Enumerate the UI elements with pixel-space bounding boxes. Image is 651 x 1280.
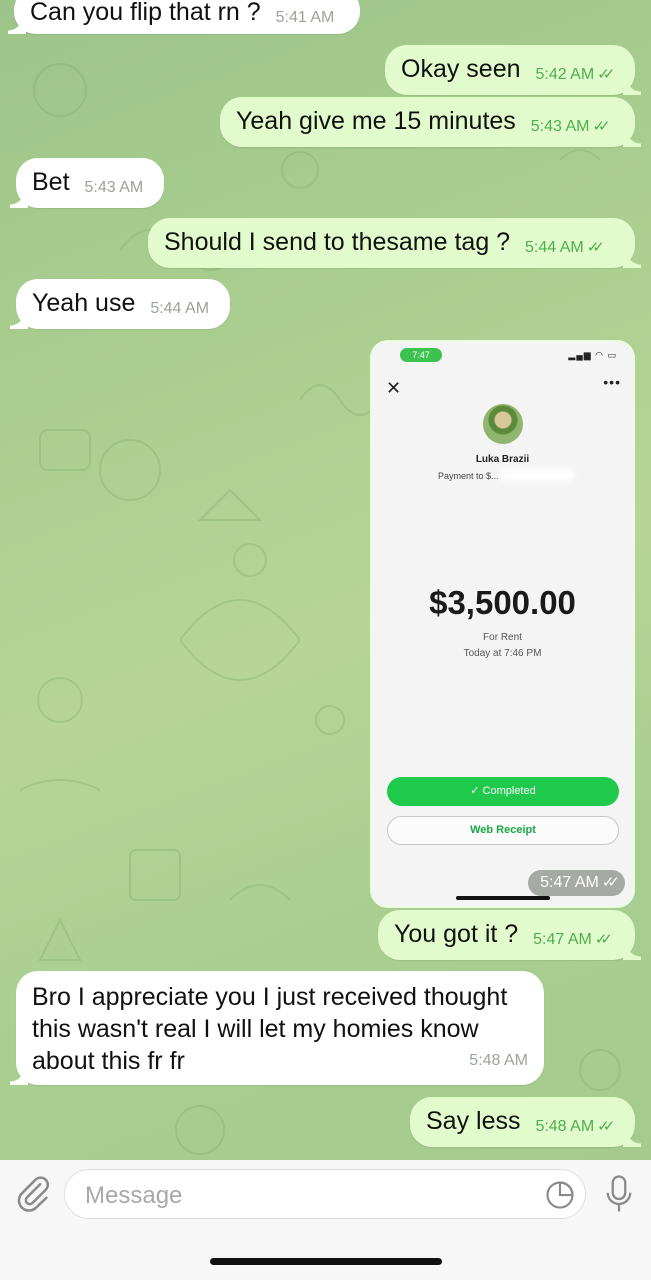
message-time: 5:48 AM: [535, 1118, 595, 1135]
completed-label: Completed: [482, 785, 536, 797]
read-checks-icon: ✓✓: [601, 874, 620, 891]
message-outgoing[interactable]: Yeah give me 15 minutes 5:43 AM ✓✓: [220, 97, 641, 147]
message-text: Bet: [32, 168, 70, 196]
message-outgoing[interactable]: Say less 5:48 AM ✓✓: [410, 1097, 641, 1147]
payment-screenshot-message[interactable]: 7:47 ▂▄▆ ◠ ▭ ✕ ••• Luka Brazii Payment t…: [370, 340, 635, 908]
message-text: Yeah use: [32, 289, 136, 317]
read-checks-icon: ✓✓: [597, 1118, 615, 1135]
redaction: [500, 469, 574, 481]
message-time: 5:44 AM: [150, 300, 210, 317]
message-input-container[interactable]: [64, 1169, 586, 1219]
payment-receipt-image: 7:47 ▂▄▆ ◠ ▭ ✕ ••• Luka Brazii Payment t…: [372, 342, 633, 906]
close-icon: ✕: [386, 378, 402, 398]
status-time: 7:47: [400, 348, 442, 362]
message-time: 5:48 AM: [469, 1052, 528, 1069]
message-text: Should I send to thesame tag ?: [164, 228, 511, 256]
home-indicator[interactable]: [210, 1258, 442, 1265]
message-time: 5:47 AM: [533, 931, 592, 948]
microphone-icon[interactable]: [604, 1174, 634, 1214]
message-outgoing[interactable]: Okay seen 5:42 AM ✓✓: [385, 45, 641, 95]
message-incoming[interactable]: Yeah use 5:44 AM: [10, 279, 230, 329]
message-time: 5:41 AM: [275, 9, 335, 26]
web-receipt-button: Web Receipt: [387, 816, 619, 845]
message-text: Yeah give me 15 minutes: [236, 107, 516, 135]
message-incoming[interactable]: Bet 5:43 AM: [10, 158, 164, 208]
read-checks-icon: ✓✓: [594, 931, 613, 948]
message-outgoing[interactable]: You got it ? 5:47 AM ✓✓: [378, 910, 641, 960]
completed-status: ✓ Completed: [387, 777, 619, 806]
message-text: Bro I appreciate you I just received tho…: [32, 983, 508, 1075]
message-time: 5:43 AM: [84, 179, 144, 196]
read-checks-icon: ✓✓: [586, 239, 605, 256]
signal-wifi-battery-icon: ▂▄▆ ◠ ▭: [568, 350, 617, 360]
message-time: 5:47 AM: [540, 874, 599, 891]
message-incoming[interactable]: Can you flip that rn ? 5:41 AM: [8, 0, 360, 34]
avatar: [483, 404, 523, 444]
sticker-icon[interactable]: [545, 1180, 575, 1210]
message-text: You got it ?: [394, 920, 519, 948]
payment-note: For Rent: [483, 632, 522, 643]
payment-to-label: Payment to $...: [438, 471, 499, 481]
payment-date: Today at 7:46 PM: [463, 648, 542, 659]
check-icon: ✓: [470, 785, 483, 797]
payment-amount: $3,500.00: [429, 584, 576, 621]
paperclip-icon[interactable]: [14, 1174, 52, 1212]
message-text: Okay seen: [401, 55, 521, 83]
media-timestamp: 5:47 AM ✓✓: [528, 870, 625, 896]
read-checks-icon: ✓✓: [592, 118, 610, 135]
message-incoming[interactable]: Bro I appreciate you I just received tho…: [10, 971, 544, 1085]
message-time: 5:43 AM: [530, 118, 590, 135]
message-input[interactable]: [83, 1180, 527, 1212]
chat-history[interactable]: Can you flip that rn ? 5:41 AM Okay seen…: [0, 0, 651, 1160]
message-outgoing[interactable]: Should I send to thesame tag ? 5:44 AM ✓✓: [148, 218, 641, 268]
message-time: 5:42 AM: [535, 66, 595, 83]
home-indicator: [456, 896, 550, 900]
read-checks-icon: ✓✓: [597, 66, 615, 83]
message-text: Can you flip that rn ?: [30, 0, 261, 26]
recipient-name: Luka Brazii: [475, 454, 530, 465]
more-icon: •••: [603, 374, 621, 390]
message-text: Say less: [426, 1107, 521, 1135]
message-time: 5:44 AM: [525, 239, 584, 256]
